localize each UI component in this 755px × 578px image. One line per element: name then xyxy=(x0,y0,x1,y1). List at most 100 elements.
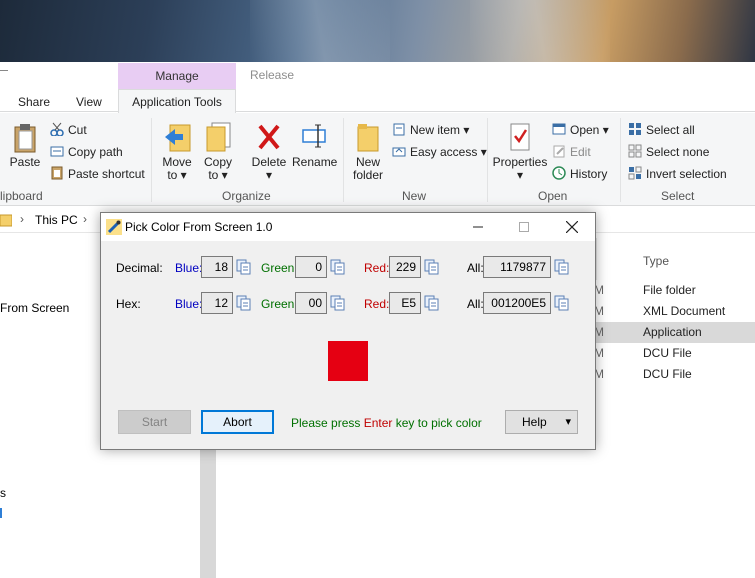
ribbon-separator xyxy=(151,118,152,202)
file-type: DCU File xyxy=(643,367,692,381)
dialog-title: Pick Color From Screen 1.0 xyxy=(125,220,273,234)
decimal-green-value: 0 xyxy=(295,256,327,278)
select-group-label: Select xyxy=(661,189,695,203)
select-all-icon xyxy=(629,123,641,135)
color-preview-swatch xyxy=(328,341,368,381)
tab-share[interactable]: Share xyxy=(18,93,50,112)
list-item-selected[interactable]: Application xyxy=(596,322,755,343)
copy-icon[interactable] xyxy=(424,295,440,311)
help-label: Help xyxy=(522,415,547,429)
open-button[interactable]: Open ▾ xyxy=(552,122,609,137)
delete-button[interactable]: Delete ▾ xyxy=(250,121,288,182)
new-item-label: New item ▾ xyxy=(410,123,470,137)
select-all-label: Select all xyxy=(646,123,695,137)
easy-access-icon xyxy=(392,147,406,157)
tab-view[interactable]: View xyxy=(76,93,102,112)
copy-icon[interactable] xyxy=(554,259,570,275)
copy-to-label-2: to ▾ xyxy=(208,168,228,182)
paste-shortcut-icon xyxy=(51,166,63,180)
desktop-wallpaper xyxy=(0,0,755,62)
select-none-icon xyxy=(628,144,642,158)
decimal-red-label: Red: xyxy=(364,261,390,275)
invert-selection-button[interactable]: Invert selection xyxy=(628,166,727,181)
copy-to-button[interactable]: Copy to ▾ xyxy=(200,121,236,182)
maximize-button[interactable] xyxy=(501,213,547,241)
ribbon-separator xyxy=(487,118,488,202)
paste-shortcut-label: Paste shortcut xyxy=(68,167,145,181)
hex-green-value: 00 xyxy=(295,292,327,314)
properties-dropdown: ▾ xyxy=(516,168,524,182)
rename-label: Rename xyxy=(292,155,338,169)
hex-row-label: Hex: xyxy=(116,297,141,311)
new-folder-label-2: folder xyxy=(352,168,384,182)
hint-suffix: key to pick color xyxy=(392,416,482,430)
paste-shortcut-button[interactable]: Paste shortcut xyxy=(50,166,145,181)
wallpaper-light-streak xyxy=(250,0,390,62)
copy-icon[interactable] xyxy=(330,259,346,275)
help-button[interactable]: Help ▾ xyxy=(505,410,578,434)
nav-item[interactable]: From Screen xyxy=(0,301,69,315)
hex-red-label: Red: xyxy=(364,297,390,311)
list-item[interactable]: XML Document xyxy=(596,301,755,322)
paste-button[interactable]: Paste xyxy=(8,123,42,169)
copy-path-label: Copy path xyxy=(68,145,123,159)
properties-button[interactable]: Properties ▾ xyxy=(492,121,548,182)
abort-button[interactable]: Abort xyxy=(201,410,274,434)
edit-label: Edit xyxy=(570,145,591,159)
column-header-type[interactable]: Type xyxy=(643,254,669,268)
new-item-button[interactable]: New item ▾ xyxy=(392,122,469,137)
hex-all-value: 001200E5 xyxy=(483,292,551,314)
help-dropdown-arrow-icon[interactable]: ▾ xyxy=(565,411,571,433)
new-folder-button[interactable]: New folder xyxy=(349,121,387,182)
hex-blue-label: Blue: xyxy=(175,297,203,311)
copy-icon[interactable] xyxy=(236,295,252,311)
ribbon-tab-row: Manage Release Share View Application To… xyxy=(0,62,755,113)
ribbon-separator xyxy=(620,118,621,202)
copy-icon[interactable] xyxy=(236,259,252,275)
new-item-icon xyxy=(393,123,405,136)
rename-button[interactable]: Rename xyxy=(292,121,338,169)
organize-group-label: Organize xyxy=(222,189,271,203)
list-item[interactable]: DCU File xyxy=(596,364,755,385)
easy-access-label: Easy access ▾ xyxy=(410,145,487,159)
delete-dropdown: ▾ xyxy=(265,168,273,182)
copy-icon[interactable] xyxy=(330,295,346,311)
tab-application-tools[interactable]: Application Tools xyxy=(118,89,236,113)
decimal-blue-value: 18 xyxy=(201,256,233,278)
hex-red-value: E5 xyxy=(389,292,421,314)
cut-button[interactable]: Cut xyxy=(50,122,87,137)
file-type: XML Document xyxy=(643,304,726,318)
easy-access-button[interactable]: Easy access ▾ xyxy=(392,144,487,159)
rename-icon xyxy=(302,124,326,148)
minimize-button[interactable] xyxy=(455,213,501,241)
copy-path-button[interactable]: Copy path xyxy=(50,144,123,159)
file-type: Application xyxy=(643,325,702,339)
move-to-button[interactable]: Move to ▾ xyxy=(159,121,195,182)
list-item[interactable]: File folder xyxy=(596,280,755,301)
delete-x-icon xyxy=(258,124,280,150)
history-clock-icon xyxy=(552,166,566,180)
breadcrumb-this-pc[interactable]: This PC xyxy=(35,213,78,227)
dialog-titlebar[interactable]: Pick Color From Screen 1.0 xyxy=(101,213,595,241)
move-to-icon xyxy=(165,124,191,152)
select-none-button[interactable]: Select none xyxy=(628,144,709,159)
tab-manage[interactable]: Manage xyxy=(118,63,236,89)
close-button[interactable] xyxy=(549,213,595,241)
eyedropper-app-icon xyxy=(106,219,122,235)
copy-icon[interactable] xyxy=(554,295,570,311)
hint-prefix: Please press xyxy=(291,416,364,430)
nav-item-marker xyxy=(0,508,3,518)
tab-release[interactable]: Release xyxy=(250,68,294,82)
open-icon xyxy=(552,123,566,135)
list-item[interactable]: DCU File xyxy=(596,343,755,364)
new-folder-icon xyxy=(357,124,379,152)
start-button[interactable]: Start xyxy=(118,410,191,434)
history-button[interactable]: History xyxy=(552,166,607,181)
copy-icon[interactable] xyxy=(424,259,440,275)
folder-icon xyxy=(0,214,12,227)
column-divider xyxy=(596,238,597,280)
select-all-button[interactable]: Select all xyxy=(628,122,695,137)
cut-label: Cut xyxy=(68,123,87,137)
edit-button[interactable]: Edit xyxy=(552,144,591,159)
nav-item[interactable]: s xyxy=(0,486,6,500)
